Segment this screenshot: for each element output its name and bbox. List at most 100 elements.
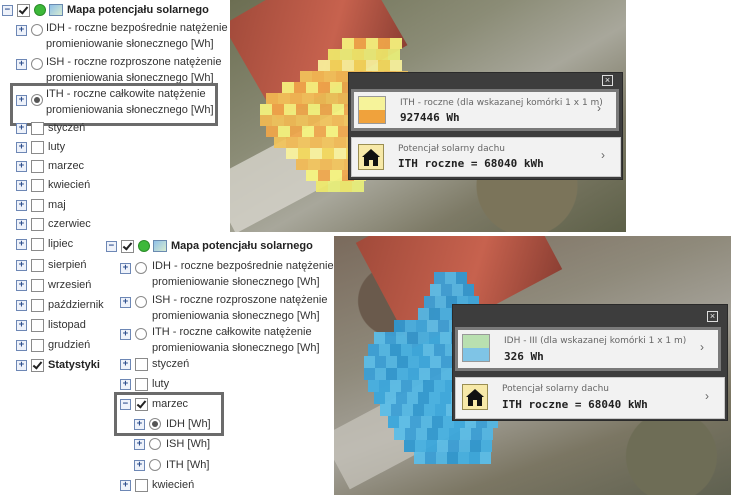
expand-icon[interactable]: +	[16, 199, 27, 211]
tree-item-month[interactable]: + luty	[16, 139, 65, 155]
radio-ish[interactable]	[31, 58, 43, 70]
radio-row-ith[interactable]: +	[120, 326, 152, 342]
tree-item-month[interactable]: + marzec	[16, 158, 84, 174]
expand-icon[interactable]: +	[16, 160, 27, 172]
popup-item-roof-potential[interactable]: Potencjał solarny dachu ITH roczne = 680…	[351, 137, 621, 177]
expand-icon[interactable]: +	[120, 479, 131, 491]
radio-idh[interactable]	[31, 24, 43, 36]
layer-checkbox[interactable]	[31, 198, 44, 212]
layer-checkbox[interactable]	[31, 159, 44, 173]
roof-potential-value: ITH roczne = 68040 kWh	[398, 157, 544, 170]
expand-icon[interactable]: +	[16, 319, 27, 331]
tree-item-month[interactable]: + kwiecień	[120, 477, 194, 493]
tree-item-month[interactable]: + sierpień	[16, 257, 87, 273]
radio-sub-ish[interactable]	[149, 438, 161, 450]
radio-ish[interactable]	[135, 296, 147, 308]
expand-icon[interactable]: +	[134, 459, 145, 471]
radio-row-ith[interactable]: +	[16, 92, 48, 108]
expand-icon[interactable]: +	[16, 179, 27, 191]
tree-item-month[interactable]: + styczeń	[120, 356, 189, 372]
radio-idh[interactable]	[135, 262, 147, 274]
tree-item-month-expanded[interactable]: − marzec	[120, 396, 188, 412]
collapse-icon[interactable]: −	[2, 4, 13, 16]
layer-checkbox[interactable]	[121, 239, 134, 253]
tree-item-stats[interactable]: + Statystyki	[16, 357, 100, 373]
expand-icon[interactable]: +	[134, 438, 145, 450]
popup-item-cell-value[interactable]: IDH - III (dla wskazanej komórki 1 x 1 m…	[455, 327, 721, 371]
layer-checkbox[interactable]	[31, 298, 44, 312]
radio-row-ish[interactable]: +	[120, 294, 152, 310]
layer-checkbox[interactable]	[31, 358, 44, 372]
layer-checkbox[interactable]	[31, 338, 44, 352]
expand-icon[interactable]: +	[120, 378, 131, 390]
layer-checkbox[interactable]	[31, 217, 44, 231]
radio-row-idh[interactable]: +	[120, 260, 152, 276]
collapse-icon[interactable]: −	[120, 398, 131, 410]
sub-layer-idh[interactable]: + IDH [Wh]	[134, 416, 211, 432]
layer-checkbox[interactable]	[135, 478, 148, 492]
expand-icon[interactable]: +	[120, 262, 131, 274]
radio-sub-ith[interactable]	[149, 459, 161, 471]
sub-layer-label: ISH [Wh]	[166, 438, 211, 450]
tree-item-month[interactable]: + lipiec	[16, 236, 73, 252]
expand-icon[interactable]: +	[16, 141, 27, 153]
expand-icon[interactable]: +	[16, 259, 27, 271]
expand-icon[interactable]: +	[16, 279, 27, 291]
tree-item-month[interactable]: + czerwiec	[16, 216, 91, 232]
month-label: czerwiec	[48, 218, 91, 230]
heatmap-cell	[320, 159, 332, 170]
tree-item-month[interactable]: + luty	[120, 376, 169, 392]
layer-checkbox[interactable]	[31, 237, 44, 251]
radio-row-idh[interactable]: +	[16, 22, 48, 38]
tree-item-month[interactable]: + wrzesień	[16, 277, 91, 293]
expand-icon[interactable]: +	[16, 94, 27, 106]
heatmap-cell	[310, 148, 322, 159]
close-icon[interactable]: ×	[602, 75, 613, 86]
layer-checkbox[interactable]	[31, 121, 44, 135]
sub-layer-ith[interactable]: + ITH [Wh]	[134, 457, 209, 473]
layer-checkbox[interactable]	[31, 178, 44, 192]
radio-ith[interactable]	[135, 328, 147, 340]
radio-sub-idh[interactable]	[149, 418, 161, 430]
popup-item-cell-value[interactable]: ITH - roczne (dla wskazanej komórki 1 x …	[351, 89, 619, 131]
expand-icon[interactable]: +	[16, 299, 27, 311]
heatmap-cell	[278, 126, 290, 137]
close-icon[interactable]: ×	[707, 311, 718, 322]
expand-icon[interactable]: +	[16, 24, 27, 36]
tree-item-month[interactable]: + kwiecień	[16, 177, 90, 193]
layer-checkbox[interactable]	[135, 377, 148, 391]
popup-item-roof-potential[interactable]: Potencjał solarny dachu ITH roczne = 680…	[455, 377, 725, 419]
tree-item-month[interactable]: + grudzień	[16, 337, 90, 353]
expand-icon[interactable]: +	[16, 359, 27, 371]
radio-ith[interactable]	[31, 94, 43, 106]
collapse-icon[interactable]: −	[106, 240, 117, 252]
sub-layer-ish[interactable]: + ISH [Wh]	[134, 436, 210, 452]
heatmap-cell	[388, 416, 399, 428]
tree-item-month[interactable]: + październik	[16, 297, 104, 313]
layer-checkbox[interactable]	[17, 3, 30, 17]
layer-checkbox[interactable]	[135, 397, 148, 411]
expand-icon[interactable]: +	[120, 296, 131, 308]
expand-icon[interactable]: +	[16, 238, 27, 250]
layer-checkbox[interactable]	[31, 258, 44, 272]
heatmap-cell	[449, 428, 460, 440]
map-view-2[interactable]: × IDH - III (dla wskazanej komórki 1 x 1…	[334, 236, 731, 495]
layer-checkbox[interactable]	[31, 278, 44, 292]
layer-checkbox[interactable]	[31, 318, 44, 332]
tree-item-month[interactable]: + styczeń	[16, 120, 85, 136]
expand-icon[interactable]: +	[120, 328, 131, 340]
heatmap-cell	[294, 82, 306, 93]
expand-icon[interactable]: +	[16, 58, 27, 70]
expand-icon[interactable]: +	[120, 358, 131, 370]
layer-checkbox[interactable]	[135, 357, 148, 371]
expand-icon[interactable]: +	[16, 218, 27, 230]
layer-checkbox[interactable]	[31, 140, 44, 154]
map-view-1[interactable]: × ITH - roczne (dla wskazanej komórki 1 …	[230, 0, 626, 232]
expand-icon[interactable]: +	[134, 418, 145, 430]
tree-item-month[interactable]: + listopad	[16, 317, 86, 333]
expand-icon[interactable]: +	[16, 122, 27, 134]
heatmap-cell	[425, 452, 436, 464]
expand-icon[interactable]: +	[16, 339, 27, 351]
radio-row-ish[interactable]: +	[16, 56, 48, 72]
tree-item-month[interactable]: + maj	[16, 197, 66, 213]
